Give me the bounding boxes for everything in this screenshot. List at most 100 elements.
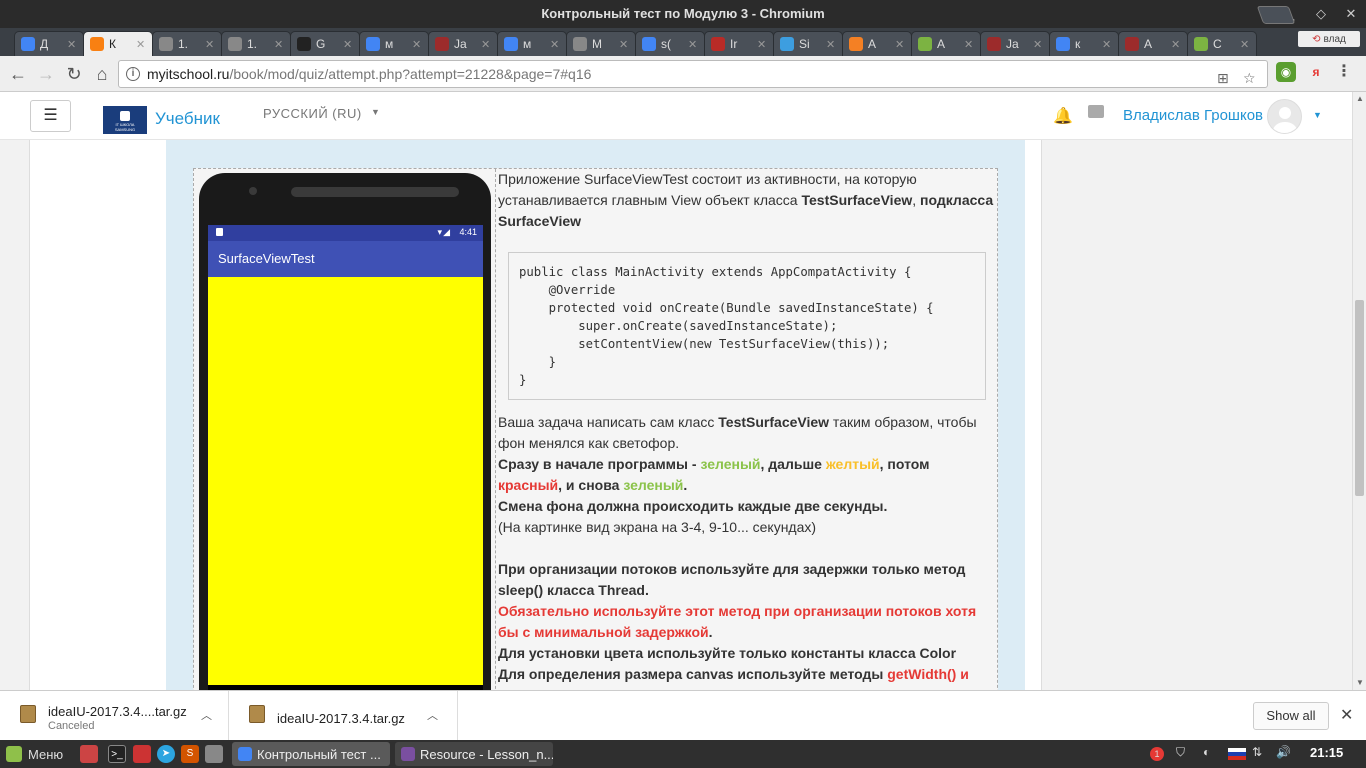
- browser-tab[interactable]: A ✕: [1118, 31, 1188, 56]
- browser-tab[interactable]: C ✕: [1187, 31, 1257, 56]
- close-window-button[interactable]: ✕: [1338, 0, 1364, 28]
- notification-badge[interactable]: 1: [1150, 747, 1164, 761]
- task-resource[interactable]: Resource - Lesson_n...: [395, 742, 553, 766]
- address-bar[interactable]: i myitschool.ru/book/mod/quiz/attempt.ph…: [118, 60, 1268, 88]
- forward-icon[interactable]: →: [34, 62, 58, 86]
- sublime-icon[interactable]: S: [181, 745, 199, 763]
- skype-icon[interactable]: ◐: [1203, 745, 1210, 759]
- tab-close-icon[interactable]: ✕: [343, 38, 355, 51]
- tab-close-icon[interactable]: ✕: [205, 38, 217, 51]
- browser-tab[interactable]: s(✕: [635, 31, 705, 56]
- browser-tab[interactable]: Ja ✕: [428, 31, 498, 56]
- messages-icon[interactable]: [1088, 105, 1104, 118]
- tab-close-icon[interactable]: ✕: [964, 38, 976, 51]
- back-icon[interactable]: ←: [6, 62, 30, 86]
- tab-close-icon[interactable]: ✕: [895, 38, 907, 51]
- browser-tab[interactable]: Ir ✕: [704, 31, 774, 56]
- chevron-up-icon[interactable]: ︿: [427, 707, 438, 723]
- terminal-icon[interactable]: >_: [108, 745, 126, 763]
- language-selector[interactable]: РУССКИЙ (RU): [263, 106, 362, 121]
- notification-bell-icon[interactable]: 🔔: [1053, 106, 1073, 126]
- tab-close-icon[interactable]: ✕: [1171, 38, 1183, 51]
- user-name[interactable]: Владислав Грошков: [1123, 107, 1263, 124]
- home-icon[interactable]: ⌂: [90, 62, 114, 86]
- start-menu-button[interactable]: Меню: [6, 746, 63, 762]
- browser-tab[interactable]: Si ✕: [773, 31, 843, 56]
- scroll-up-icon[interactable]: ▲: [1356, 94, 1364, 103]
- browser-tab[interactable]: К ✕: [83, 31, 153, 56]
- profile-icon: ⟲: [1312, 33, 1321, 45]
- seq-green-1: зеленый: [700, 456, 761, 472]
- scroll-down-icon[interactable]: ▼: [1356, 678, 1364, 687]
- avatar[interactable]: [1267, 99, 1302, 134]
- network-icon[interactable]: ⇅: [1252, 745, 1262, 759]
- tab-close-icon[interactable]: ✕: [550, 38, 562, 51]
- seq-green-2: зеленый: [623, 477, 684, 493]
- user-menu-chevron-icon[interactable]: ▼: [1313, 110, 1322, 120]
- app-icon[interactable]: [205, 745, 223, 763]
- telegram-icon[interactable]: ➤: [157, 745, 175, 763]
- shield-icon[interactable]: ⛉: [1176, 745, 1185, 760]
- show-all-button[interactable]: Show all: [1253, 702, 1329, 730]
- close-icon[interactable]: ✕: [1340, 705, 1353, 725]
- tab-close-icon[interactable]: ✕: [757, 38, 769, 51]
- chevron-up-icon[interactable]: ︿: [201, 707, 212, 723]
- browser-tab[interactable]: М ✕: [566, 31, 636, 56]
- tab-label: Si: [799, 37, 810, 51]
- task-chromium[interactable]: Контрольный тест ...: [232, 742, 390, 766]
- translate-icon[interactable]: ⊞: [1217, 65, 1229, 91]
- scroll-thumb[interactable]: [1355, 300, 1364, 496]
- tab-close-icon[interactable]: ✕: [412, 38, 424, 51]
- intro-comma: ,: [912, 192, 917, 208]
- download-item[interactable]: ideaIU-2017.3.4....tar.gz Canceled ︿: [0, 691, 229, 741]
- keyboard-layout-flag[interactable]: [1228, 748, 1246, 760]
- tab-close-icon[interactable]: ✕: [1240, 38, 1252, 51]
- browser-tab[interactable]: A ✕: [911, 31, 981, 56]
- tab-close-icon[interactable]: ✕: [826, 38, 838, 51]
- profile-button[interactable]: ⟲ влад: [1298, 31, 1360, 47]
- canvas-paragraph: Для определения размера canvas используй…: [498, 664, 994, 685]
- extension-icon-1[interactable]: ◉: [1276, 62, 1296, 82]
- tab-close-icon[interactable]: ✕: [67, 38, 79, 51]
- tab-close-icon[interactable]: ✕: [1033, 38, 1045, 51]
- tab-close-icon[interactable]: ✕: [481, 38, 493, 51]
- browser-tab[interactable]: к ✕: [1049, 31, 1119, 56]
- task-class-name: TestSurfaceView: [718, 414, 830, 430]
- extension-icon-2[interactable]: я: [1306, 62, 1326, 82]
- url-host: myitschool.ru: [147, 66, 230, 82]
- tab-label: м: [523, 37, 532, 51]
- browser-tab[interactable]: G ✕: [290, 31, 360, 56]
- tab-favicon-icon: [159, 37, 173, 51]
- show-desktop-icon[interactable]: [80, 745, 98, 763]
- maximize-button[interactable]: ◇: [1308, 0, 1334, 28]
- browser-tab[interactable]: м ✕: [497, 31, 567, 56]
- info-icon[interactable]: i: [126, 67, 140, 81]
- browser-tab[interactable]: A ✕: [842, 31, 912, 56]
- reload-icon[interactable]: ↻: [62, 62, 86, 86]
- tab-close-icon[interactable]: ✕: [1102, 38, 1114, 51]
- tab-close-icon[interactable]: ✕: [136, 38, 148, 51]
- browser-tab[interactable]: м ✕: [359, 31, 429, 56]
- archive-icon: [249, 705, 265, 723]
- tab-label: C: [1213, 37, 1222, 51]
- tab-close-icon[interactable]: ✕: [274, 38, 286, 51]
- chevron-down-icon[interactable]: ▼: [371, 107, 380, 117]
- task-paragraph: Ваша задача написать сам класс TestSurfa…: [498, 412, 994, 454]
- browser-tab[interactable]: 1. ✕: [221, 31, 291, 56]
- site-logo[interactable]: IT ШКОЛА SAMSUNG: [103, 106, 147, 134]
- site-name-link[interactable]: Учебник: [155, 109, 220, 129]
- volume-icon[interactable]: 🔊: [1276, 745, 1291, 759]
- browser-tab[interactable]: 1. ✕: [152, 31, 222, 56]
- tab-close-icon[interactable]: ✕: [619, 38, 631, 51]
- bookmark-star-icon[interactable]: ☆: [1243, 65, 1256, 91]
- tab-close-icon[interactable]: ✕: [688, 38, 700, 51]
- browser-tab[interactable]: Д ✕: [14, 31, 84, 56]
- menu-kebab-icon[interactable]: ⋮: [1334, 62, 1354, 82]
- new-tab-button[interactable]: [1256, 6, 1296, 24]
- tab-favicon-icon: [21, 37, 35, 51]
- page-scrollbar[interactable]: ▲ ▼: [1352, 92, 1366, 690]
- download-item[interactable]: ideaIU-2017.3.4.tar.gz ︿: [229, 691, 458, 741]
- files-icon[interactable]: [133, 745, 151, 763]
- browser-tab[interactable]: Ja ✕: [980, 31, 1050, 56]
- hamburger-menu-button[interactable]: ☰: [30, 100, 71, 132]
